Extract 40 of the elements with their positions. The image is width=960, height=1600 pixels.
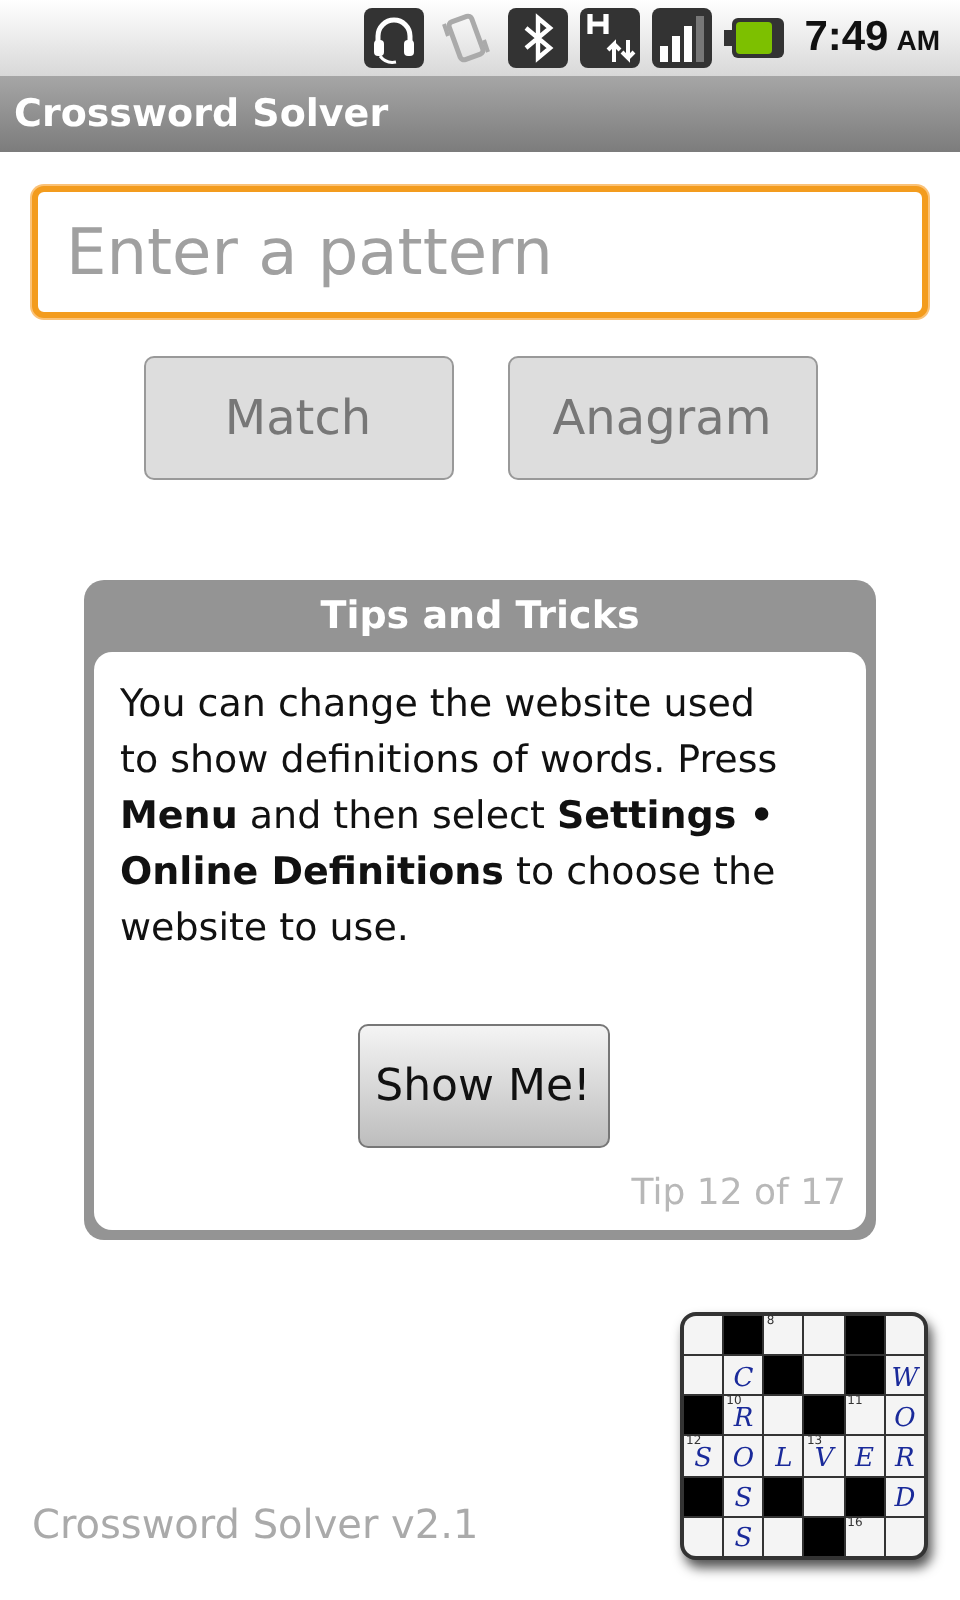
action-button[interactable]: Anagram [507,356,817,480]
grid-letter: O [732,1446,755,1473]
grid-letter: V [814,1446,834,1473]
window-title: Crossword Solver [14,92,389,136]
tips-title: Tips and Tricks [318,592,642,642]
blocked-square [804,1517,844,1556]
signal-icon [652,8,713,68]
grid-letter: L [775,1446,793,1473]
grid-square [804,1356,844,1395]
pattern-input-field[interactable]: Enter a pattern [32,186,928,318]
grid-letter: S [734,1526,753,1553]
battery-icon [724,18,785,58]
blocked-square [845,1316,884,1355]
grid-letter: E [854,1446,874,1473]
grid-letter: R [895,1446,915,1473]
grid-letter: S [734,1486,753,1513]
grid-letter: W [891,1365,919,1392]
tip-counter: Tip 12 of 17 [631,1172,846,1214]
grid-square [684,1316,723,1355]
grid-letter: C [733,1365,754,1392]
blocked-square [845,1477,884,1516]
grid-letter: S [694,1446,713,1473]
grid-letter: R [733,1405,754,1432]
data-signal-icon [580,8,641,68]
bluetooth-icon [508,8,569,68]
headset-icon [364,8,425,68]
blocked-square [764,1477,803,1516]
clock: 7:49 AM [804,14,940,62]
action-button[interactable]: Match [143,356,453,480]
blocked-square [764,1356,803,1395]
blocked-square [684,1396,723,1435]
blocked-square [804,1396,844,1435]
version-label: Crossword Solver v2.1 [32,1500,479,1548]
blocked-square [684,1477,723,1516]
grid-letter: D [894,1486,916,1513]
blocked-square [845,1356,884,1395]
show-me-button[interactable]: Show Me! [357,1024,609,1148]
blocked-square [724,1316,763,1355]
grid-letter: O [894,1405,916,1432]
tip-text: You can change the website used to show definitions of words. Press Menu and then select Settings • Online Definitions to choose the website to use. [120,680,780,954]
